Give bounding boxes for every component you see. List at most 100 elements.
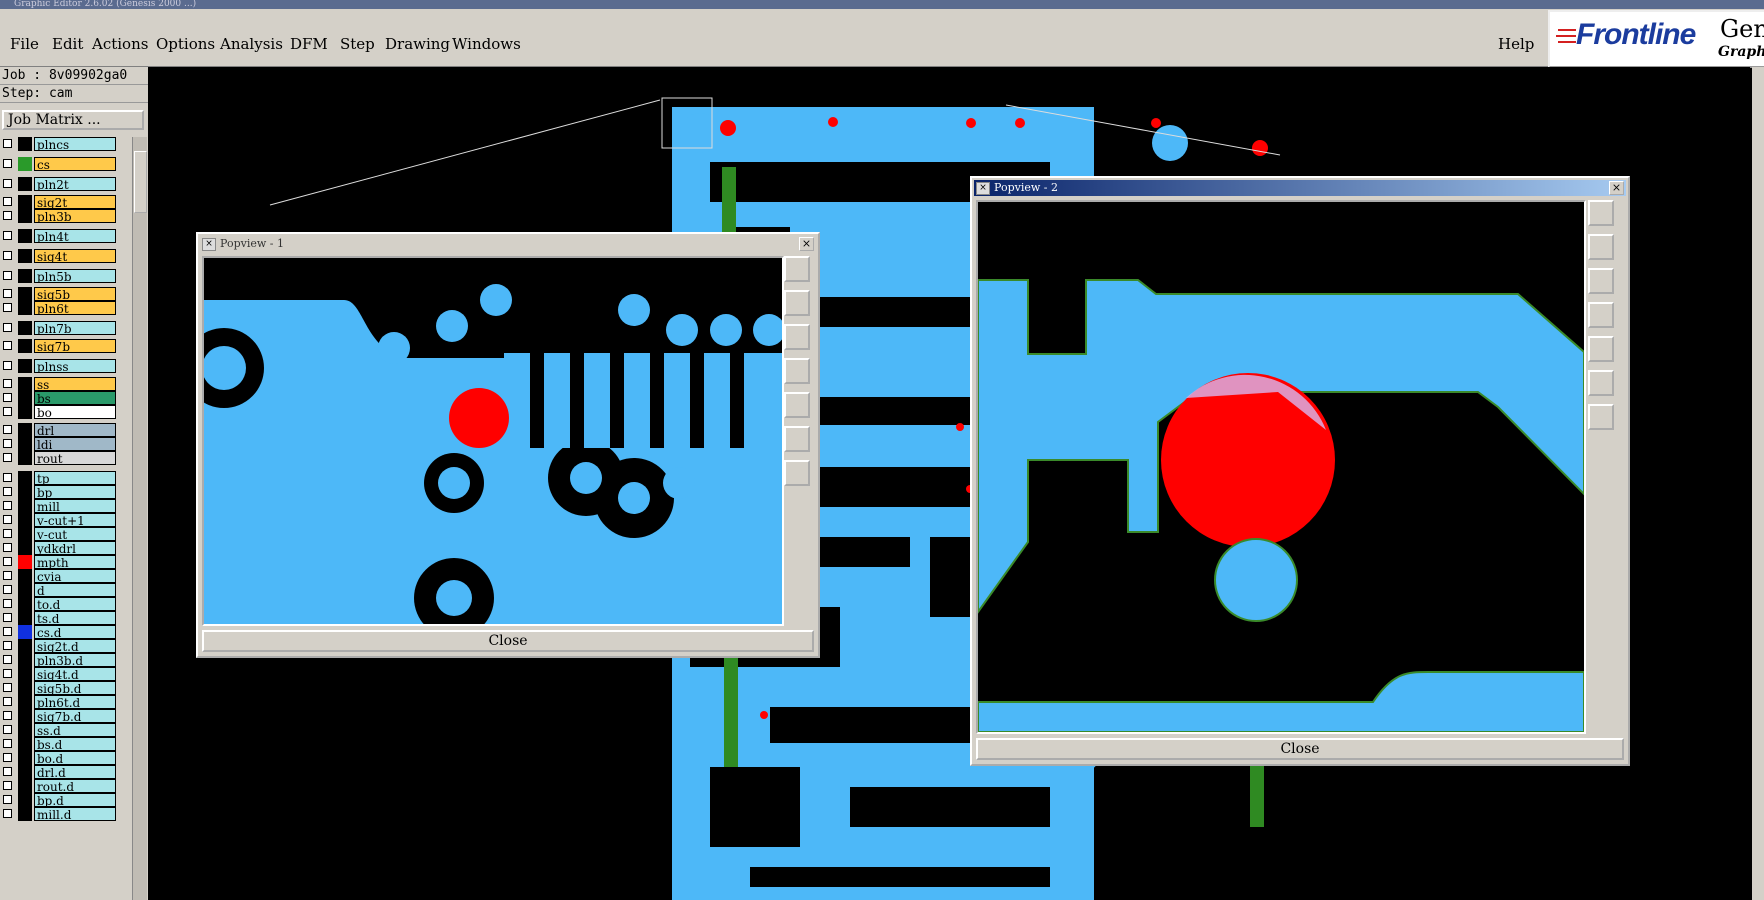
layer-checkbox[interactable] xyxy=(3,453,12,462)
layer-checkbox[interactable] xyxy=(3,231,12,240)
layer-row[interactable]: plncs xyxy=(0,137,132,151)
layer-row[interactable]: pln6t xyxy=(0,301,132,315)
zoom-fit-icon[interactable] xyxy=(784,256,810,282)
layer-checkbox[interactable] xyxy=(3,501,12,510)
layer-name[interactable]: bo.d xyxy=(34,751,116,765)
layer-checkbox[interactable] xyxy=(3,425,12,434)
layer-checkbox[interactable] xyxy=(3,271,12,280)
layer-checkbox[interactable] xyxy=(3,697,12,706)
layer-name[interactable]: cs xyxy=(34,157,116,171)
layer-checkbox[interactable] xyxy=(3,613,12,622)
layer-name[interactable]: ts.d xyxy=(34,611,116,625)
layer-name[interactable]: drl xyxy=(34,423,116,437)
layer-name[interactable]: sig5b.d xyxy=(34,681,116,695)
layer-name[interactable]: ydkdrl xyxy=(34,541,116,555)
menu-actions[interactable]: Actions xyxy=(92,35,148,53)
layer-checkbox[interactable] xyxy=(3,767,12,776)
layer-row[interactable]: sig4t.d xyxy=(0,667,132,681)
layer-row[interactable]: rout xyxy=(0,451,132,465)
layer-name[interactable]: sig5b xyxy=(34,287,116,301)
layer-row[interactable]: ts.d xyxy=(0,611,132,625)
layer-name[interactable]: pln3b xyxy=(34,209,116,223)
layer-row[interactable]: bp xyxy=(0,485,132,499)
layer-row[interactable]: drl xyxy=(0,423,132,437)
layer-name[interactable]: plncs xyxy=(34,137,116,151)
layer-checkbox[interactable] xyxy=(3,739,12,748)
layer-name[interactable]: mill.d xyxy=(34,807,116,821)
pan-right-icon[interactable] xyxy=(784,392,810,418)
layer-name[interactable]: bp xyxy=(34,485,116,499)
layer-checkbox[interactable] xyxy=(3,361,12,370)
layer-checkbox[interactable] xyxy=(3,211,12,220)
layer-name[interactable]: bp.d xyxy=(34,793,116,807)
layer-checkbox[interactable] xyxy=(3,543,12,552)
layer-row[interactable]: pln7b xyxy=(0,321,132,335)
layer-name[interactable]: bs.d xyxy=(34,737,116,751)
layer-checkbox[interactable] xyxy=(3,529,12,538)
layer-row[interactable]: sig7b.d xyxy=(0,709,132,723)
zoom-out-icon[interactable] xyxy=(1588,404,1614,430)
layer-checkbox[interactable] xyxy=(3,197,12,206)
layer-name[interactable]: sig2t xyxy=(34,195,116,209)
layer-row[interactable]: ydkdrl xyxy=(0,541,132,555)
layer-checkbox[interactable] xyxy=(3,379,12,388)
layer-row[interactable]: bo.d xyxy=(0,751,132,765)
layer-name[interactable]: pln6t xyxy=(34,301,116,315)
layer-row[interactable]: pln3b xyxy=(0,209,132,223)
layer-checkbox[interactable] xyxy=(3,571,12,580)
layer-row[interactable]: drl.d xyxy=(0,765,132,779)
layer-checkbox[interactable] xyxy=(3,393,12,402)
menu-options[interactable]: Options xyxy=(156,35,215,53)
layer-row[interactable]: mill.d xyxy=(0,807,132,821)
popview-1-view[interactable] xyxy=(202,256,784,626)
zoom-in-icon[interactable] xyxy=(1588,370,1614,396)
job-matrix-button[interactable]: Job Matrix ... xyxy=(2,110,144,130)
menu-drawing[interactable]: Drawing xyxy=(385,35,450,53)
layer-name[interactable]: pln4t xyxy=(34,229,116,243)
layer-checkbox[interactable] xyxy=(3,323,12,332)
layer-checkbox[interactable] xyxy=(3,179,12,188)
layer-row[interactable]: sig4t xyxy=(0,249,132,263)
layer-row[interactable]: ss.d xyxy=(0,723,132,737)
menu-analysis[interactable]: Analysis xyxy=(220,35,283,53)
layer-checkbox[interactable] xyxy=(3,515,12,524)
layer-row[interactable]: bs.d xyxy=(0,737,132,751)
layer-name[interactable]: pln5b xyxy=(34,269,116,283)
layer-name[interactable]: pln2t xyxy=(34,177,116,191)
layer-checkbox[interactable] xyxy=(3,599,12,608)
layer-row[interactable]: cs.d xyxy=(0,625,132,639)
pan-left-icon[interactable] xyxy=(784,358,810,384)
layer-row[interactable]: sig5b xyxy=(0,287,132,301)
layer-name[interactable]: v-cut xyxy=(34,527,116,541)
layer-name[interactable]: sig2t.d xyxy=(34,639,116,653)
pan-right-icon[interactable] xyxy=(1588,336,1614,362)
layer-checkbox[interactable] xyxy=(3,683,12,692)
pan-down-icon[interactable] xyxy=(784,324,810,350)
layer-checkbox[interactable] xyxy=(3,725,12,734)
layer-row[interactable]: cs xyxy=(0,157,132,171)
layer-name[interactable]: sig7b xyxy=(34,339,116,353)
layer-name[interactable]: v-cut+1 xyxy=(34,513,116,527)
layer-name[interactable]: sig4t.d xyxy=(34,667,116,681)
layer-name[interactable]: ldi xyxy=(34,437,116,451)
layer-row[interactable]: pln4t xyxy=(0,229,132,243)
layer-row[interactable]: tp xyxy=(0,471,132,485)
menu-edit[interactable]: Edit xyxy=(52,35,83,53)
layer-row[interactable]: d xyxy=(0,583,132,597)
layer-row[interactable]: sig7b xyxy=(0,339,132,353)
layer-checkbox[interactable] xyxy=(3,809,12,818)
layer-checkbox[interactable] xyxy=(3,641,12,650)
pan-up-icon[interactable] xyxy=(784,290,810,316)
layer-row[interactable]: sig2t.d xyxy=(0,639,132,653)
layer-checkbox[interactable] xyxy=(3,795,12,804)
scrollbar-thumb[interactable] xyxy=(134,151,147,213)
layer-row[interactable]: mpth xyxy=(0,555,132,569)
menu-help[interactable]: Help xyxy=(1498,35,1534,53)
layer-checkbox[interactable] xyxy=(3,303,12,312)
layer-name[interactable]: to.d xyxy=(34,597,116,611)
layer-row[interactable]: ss xyxy=(0,377,132,391)
zoom-out-icon[interactable] xyxy=(784,460,810,486)
layer-name[interactable]: tp xyxy=(34,471,116,485)
layer-name[interactable]: mpth xyxy=(34,555,116,569)
layer-name[interactable]: ss.d xyxy=(34,723,116,737)
